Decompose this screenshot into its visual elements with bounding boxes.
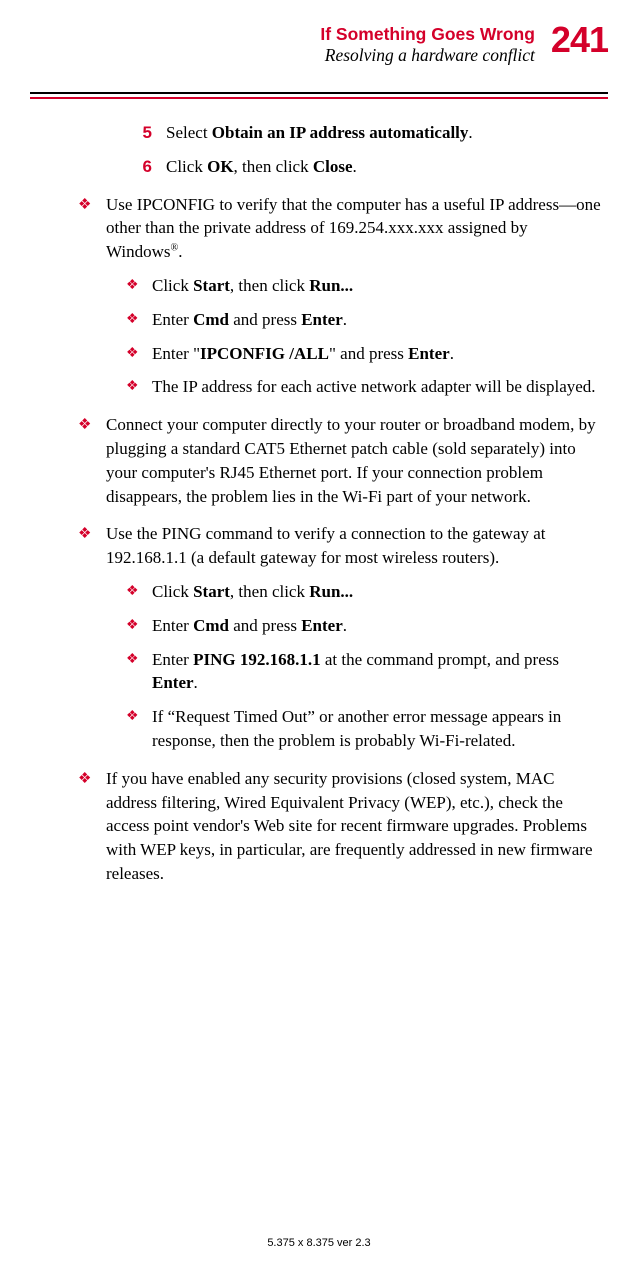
bullet-text: Use the PING command to verify a connect… (106, 522, 608, 570)
bullet-text: Click Start, then click Run... (152, 580, 608, 604)
sub-bullet: ❖ If “Request Timed Out” or another erro… (126, 705, 608, 753)
header-text-block: If Something Goes Wrong Resolving a hard… (320, 22, 535, 66)
diamond-icon: ❖ (126, 274, 152, 298)
diamond-icon: ❖ (78, 193, 106, 264)
diamond-icon: ❖ (78, 767, 106, 886)
sub-bullet: ❖ Enter Cmd and press Enter. (126, 308, 608, 332)
sub-bullet: ❖ Enter "IPCONFIG /ALL" and press Enter. (126, 342, 608, 366)
bullet-ping: ❖ Use the PING command to verify a conne… (78, 522, 608, 570)
step-text: Click OK, then click Close. (166, 155, 608, 179)
bullet-text: Enter Cmd and press Enter. (152, 614, 608, 638)
page-number: 241 (551, 22, 608, 58)
sub-bullet: ❖ Click Start, then click Run... (126, 580, 608, 604)
bullet-security: ❖ If you have enabled any security provi… (78, 767, 608, 886)
bullet-text: Use IPCONFIG to verify that the computer… (106, 193, 608, 264)
bullet-text: If “Request Timed Out” or another error … (152, 705, 608, 753)
footer-text: 5.375 x 8.375 ver 2.3 (0, 1237, 638, 1249)
step-number: 5 (118, 121, 166, 145)
divider-red (30, 97, 608, 99)
diamond-icon: ❖ (78, 522, 106, 570)
sub-bullet: ❖ Enter Cmd and press Enter. (126, 614, 608, 638)
diamond-icon: ❖ (126, 580, 152, 604)
sub-bullet: ❖ The IP address for each active network… (126, 375, 608, 399)
bullet-text: Enter Cmd and press Enter. (152, 308, 608, 332)
divider-black (30, 92, 608, 94)
sub-bullet: ❖ Enter PING 192.168.1.1 at the command … (126, 648, 608, 696)
diamond-icon: ❖ (126, 648, 152, 696)
bullet-text: Enter PING 192.168.1.1 at the command pr… (152, 648, 608, 696)
diamond-icon: ❖ (78, 413, 106, 508)
step-5: 5 Select Obtain an IP address automatica… (118, 121, 608, 145)
diamond-icon: ❖ (126, 308, 152, 332)
bullet-text: If you have enabled any security provisi… (106, 767, 608, 886)
section-title: Resolving a hardware conflict (320, 45, 535, 66)
bullet-text: Enter "IPCONFIG /ALL" and press Enter. (152, 342, 608, 366)
sub-bullet: ❖ Click Start, then click Run... (126, 274, 608, 298)
diamond-icon: ❖ (126, 342, 152, 366)
bullet-ipconfig: ❖ Use IPCONFIG to verify that the comput… (78, 193, 608, 264)
diamond-icon: ❖ (126, 705, 152, 753)
main-content: 5 Select Obtain an IP address automatica… (30, 121, 608, 886)
bullet-ethernet: ❖ Connect your computer directly to your… (78, 413, 608, 508)
chapter-title: If Something Goes Wrong (320, 24, 535, 45)
bullet-text: Connect your computer directly to your r… (106, 413, 608, 508)
diamond-icon: ❖ (126, 375, 152, 399)
step-text: Select Obtain an IP address automaticall… (166, 121, 608, 145)
step-6: 6 Click OK, then click Close. (118, 155, 608, 179)
page-header: If Something Goes Wrong Resolving a hard… (30, 22, 608, 66)
bullet-text: Click Start, then click Run... (152, 274, 608, 298)
bullet-text: The IP address for each active network a… (152, 375, 608, 399)
diamond-icon: ❖ (126, 614, 152, 638)
step-number: 6 (118, 155, 166, 179)
